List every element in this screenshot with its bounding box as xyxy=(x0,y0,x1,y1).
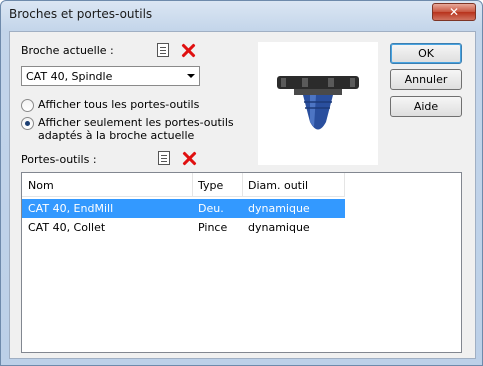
holders-label: Portes-outils : xyxy=(21,153,97,166)
radio-show-adapted[interactable] xyxy=(21,117,34,130)
window-title: Broches et portes-outils xyxy=(9,7,153,21)
column-header-type[interactable]: Type xyxy=(198,179,223,192)
chevron-down-icon xyxy=(187,74,195,78)
tool-holder-image xyxy=(277,76,359,130)
holders-delete-icon[interactable] xyxy=(182,151,197,166)
spindle-label: Broche actuelle : xyxy=(21,44,114,57)
close-icon: ✕ xyxy=(448,5,460,19)
holders-listview[interactable]: Nom Type Diam. outil CAT 40, EndMill Deu… xyxy=(21,172,462,353)
help-button[interactable]: Aide xyxy=(390,96,462,117)
column-divider[interactable] xyxy=(192,173,193,197)
spindle-list-icon[interactable] xyxy=(157,43,169,57)
cancel-button[interactable]: Annuler xyxy=(390,69,462,90)
ok-button[interactable]: OK xyxy=(390,43,462,64)
row-diam: dynamique xyxy=(248,221,310,234)
row-diam: dynamique xyxy=(248,202,310,215)
tool-holder-preview xyxy=(258,42,378,165)
radio-show-adapted-label-line1[interactable]: Afficher seulement les portes-outils xyxy=(38,116,234,129)
holders-list-icon[interactable] xyxy=(158,151,170,165)
column-divider[interactable] xyxy=(344,173,345,197)
spindle-delete-icon[interactable] xyxy=(181,43,196,58)
close-button[interactable]: ✕ xyxy=(432,3,476,21)
table-row[interactable]: CAT 40, Collet Pince dynamique xyxy=(22,218,345,237)
row-type: Deu. xyxy=(198,202,224,215)
spindle-select-value: CAT 40, Spindle xyxy=(26,70,113,83)
row-type: Pince xyxy=(198,221,228,234)
radio-show-all-label[interactable]: Afficher tous les portes-outils xyxy=(38,98,199,111)
row-name: CAT 40, EndMill xyxy=(28,202,114,215)
table-row[interactable]: CAT 40, EndMill Deu. dynamique xyxy=(22,199,345,218)
column-header-diam[interactable]: Diam. outil xyxy=(248,179,308,192)
spindle-select[interactable]: CAT 40, Spindle xyxy=(21,66,200,86)
column-divider[interactable] xyxy=(242,173,243,197)
column-header-name[interactable]: Nom xyxy=(28,179,54,192)
holders-list-header: Nom Type Diam. outil xyxy=(22,173,345,197)
dialog-client-area: Broche actuelle : CAT 40, Spindle Affich… xyxy=(9,31,476,359)
row-name: CAT 40, Collet xyxy=(28,221,106,234)
radio-show-adapted-label-line2[interactable]: adaptés à la broche actuelle xyxy=(38,129,194,142)
radio-show-all[interactable] xyxy=(21,99,34,112)
dialog-window: Broches et portes-outils ✕ Broche actuel… xyxy=(0,0,483,366)
